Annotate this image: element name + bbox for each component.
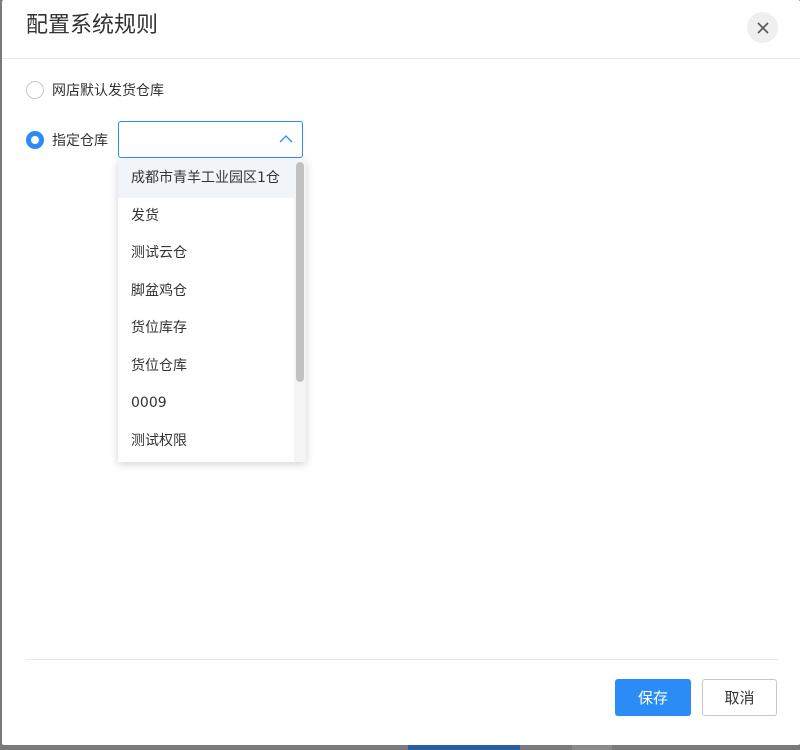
dropdown-option[interactable]: 测试权限 xyxy=(118,423,294,461)
dropdown-option[interactable]: 脚盆鸡仓 xyxy=(118,273,294,311)
radio-specified-warehouse[interactable] xyxy=(26,131,44,149)
close-button[interactable] xyxy=(747,12,778,43)
dropdown-scrollbar[interactable] xyxy=(294,160,306,462)
cancel-button[interactable]: 取消 xyxy=(702,679,777,716)
footer-divider xyxy=(26,659,778,660)
dropdown-option[interactable]: 货位仓库 xyxy=(118,348,294,386)
radio-specified-warehouse-label: 指定仓库 xyxy=(52,133,108,149)
chevron-up-icon xyxy=(279,135,293,143)
warehouse-dropdown-list: 成都市青羊工业园区1仓 发货 测试云仓 脚盆鸡仓 货位库存 货位仓库 0009 … xyxy=(118,160,306,462)
dropdown-option[interactable]: 货位库存 xyxy=(118,310,294,348)
dropdown-scroll-thumb[interactable] xyxy=(296,162,304,382)
close-icon xyxy=(756,21,769,34)
save-button[interactable]: 保存 xyxy=(615,679,691,716)
config-rules-dialog: 配置系统规则 网店默认发货仓库 指定仓库 成都市青羊工业园区1仓 发货 测试云仓… xyxy=(2,0,800,745)
warehouse-select[interactable] xyxy=(118,121,303,158)
radio-default-warehouse[interactable] xyxy=(26,81,44,99)
dialog-title: 配置系统规则 xyxy=(26,13,159,38)
radio-option-default-warehouse[interactable]: 网店默认发货仓库 xyxy=(26,80,164,100)
radio-option-specified-warehouse[interactable]: 指定仓库 xyxy=(26,130,108,150)
dropdown-option[interactable]: 测试云仓 xyxy=(118,235,294,273)
dropdown-option[interactable]: 发货 xyxy=(118,198,294,236)
radio-default-warehouse-label: 网店默认发货仓库 xyxy=(52,83,164,99)
dropdown-option[interactable]: 0009 xyxy=(118,385,294,423)
dropdown-option[interactable]: 成都市青羊工业园区1仓 xyxy=(118,160,294,198)
dialog-header: 配置系统规则 xyxy=(2,0,800,59)
